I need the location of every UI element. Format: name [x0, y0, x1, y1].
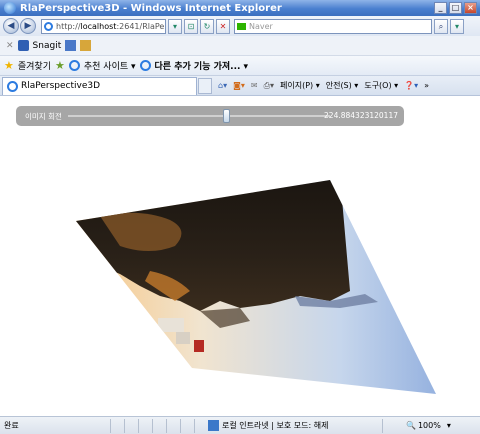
- back-button[interactable]: ◀: [3, 18, 19, 34]
- address-dropdown-button[interactable]: ▾: [168, 18, 182, 34]
- favorites-button[interactable]: 즐겨찾기: [18, 59, 51, 72]
- add-favorite-icon[interactable]: ★: [55, 59, 65, 72]
- stop-button[interactable]: ✕: [216, 18, 230, 34]
- new-tab-button[interactable]: [198, 77, 212, 94]
- favorites-star-icon[interactable]: ★: [4, 59, 14, 72]
- refresh-button[interactable]: ↻: [200, 18, 214, 34]
- window-title: RlaPerspective3D - Windows Internet Expl…: [20, 2, 282, 14]
- snagit-button[interactable]: Snagit: [33, 41, 62, 51]
- suggested-sites-link[interactable]: 추천 사이트 ▾: [84, 59, 136, 72]
- slider-label: 이미지 회전: [25, 112, 62, 121]
- rotation-slider-panel: 이미지 회전 224.884323120117: [16, 106, 404, 126]
- intranet-zone-icon: [208, 420, 219, 431]
- tab-title: RlaPerspective3D: [21, 81, 101, 91]
- security-zone-text[interactable]: 로컬 인트라넷 | 보호 모드: 해제: [222, 420, 382, 431]
- zoom-level[interactable]: 100%: [418, 421, 441, 430]
- tools-menu[interactable]: 도구(O) ▾: [364, 80, 398, 91]
- page-content: 이미지 회전 224.884323120117: [0, 96, 480, 416]
- zoom-icon[interactable]: 🔍: [406, 421, 416, 430]
- search-placeholder: Naver: [249, 21, 273, 31]
- rotation-slider-thumb[interactable]: [223, 109, 230, 123]
- minimize-button[interactable]: _: [434, 2, 447, 14]
- page-icon: [44, 21, 53, 31]
- safety-menu[interactable]: 안전(S) ▾: [326, 80, 359, 91]
- mail-icon[interactable]: ✉: [251, 81, 258, 90]
- home-icon[interactable]: ⌂▾: [218, 81, 227, 90]
- url-host: localhost: [80, 21, 117, 31]
- print-icon[interactable]: ⎙▾: [264, 81, 274, 91]
- favorites-bar: ★ 즐겨찾기 ★ 추천 사이트 ▾ 다른 추가 기능 가져... ▾: [0, 56, 480, 76]
- feeds-icon[interactable]: ◙▾: [233, 81, 245, 90]
- tab-page-icon: [7, 80, 18, 92]
- compatibility-icon[interactable]: ⊡: [184, 18, 198, 34]
- tab-rlaperspective[interactable]: RlaPerspective3D: [2, 76, 197, 95]
- help-icon[interactable]: ❓▾: [404, 81, 418, 90]
- search-input[interactable]: Naver: [234, 18, 432, 34]
- page-menu[interactable]: 페이지(P) ▾: [280, 80, 320, 91]
- url-rest: :2641/RlaPers: [116, 21, 165, 31]
- address-field[interactable]: http://localhost:2641/RlaPers: [41, 18, 166, 34]
- tab-bar: RlaPerspective3D ⌂▾ ◙▾ ✉ ⎙▾ 페이지(P) ▾ 안전(…: [0, 76, 480, 96]
- get-more-addons-link[interactable]: 다른 추가 기능 가져... ▾: [155, 59, 249, 72]
- addons-icon: [139, 60, 151, 71]
- search-options-button[interactable]: ▾: [450, 18, 464, 34]
- maximize-button[interactable]: □: [449, 2, 462, 14]
- forward-button[interactable]: ▶: [20, 18, 36, 34]
- naver-icon: [237, 22, 246, 30]
- address-toolbar: ◀ ▶ http://localhost:2641/RlaPers ▾ ⊡ ↻ …: [0, 16, 480, 36]
- status-bar: 완료 로컬 인트라넷 | 보호 모드: 해제 🔍 100% ▾: [0, 416, 480, 434]
- rotation-slider-track[interactable]: [68, 115, 330, 117]
- rotated-photo: [76, 180, 436, 394]
- suggested-sites-icon: [68, 60, 80, 71]
- snagit-capture-icon[interactable]: [65, 40, 77, 51]
- close-button[interactable]: ×: [464, 2, 477, 14]
- toolbar-overflow-icon[interactable]: »: [424, 81, 429, 90]
- search-button[interactable]: ⌕: [434, 18, 448, 34]
- url-prefix: http://: [56, 21, 81, 31]
- ie-logo-icon: [4, 2, 16, 14]
- command-bar: ✕ Snagit: [0, 36, 480, 56]
- close-toolbar-icon[interactable]: ✕: [6, 41, 14, 51]
- zoom-dropdown-icon[interactable]: ▾: [447, 421, 451, 430]
- snagit-icon: [17, 40, 29, 51]
- status-text: 완료: [4, 421, 19, 430]
- title-bar: RlaPerspective3D - Windows Internet Expl…: [0, 0, 480, 16]
- slider-value: 224.884323120117: [324, 111, 398, 120]
- snagit-folder-icon[interactable]: [80, 40, 92, 51]
